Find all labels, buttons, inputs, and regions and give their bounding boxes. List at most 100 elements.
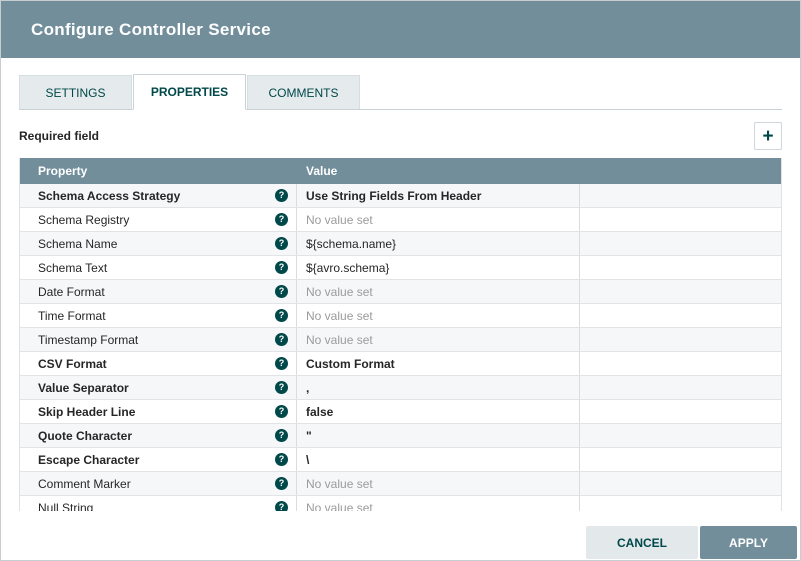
value-cell[interactable]: No value set [297,304,580,327]
dialog-body: SETTINGS PROPERTIES COMMENTS Required fi… [1,74,800,511]
help-icon[interactable]: ? [275,333,288,346]
apply-button[interactable]: APPLY [700,526,797,559]
help-icon[interactable]: ? [275,429,288,442]
help-icon[interactable]: ? [275,237,288,250]
tab-bar: SETTINGS PROPERTIES COMMENTS [19,74,782,110]
property-name: Schema Registry [38,212,130,227]
plus-icon: + [762,125,774,147]
column-header-value: Value [297,164,580,178]
property-name: Schema Access Strategy [38,188,181,203]
property-cell: CSV Format ? [20,352,297,375]
empty-cell [580,352,781,375]
empty-cell [580,208,781,231]
property-name: Skip Header Line [38,404,136,419]
value-cell[interactable]: \ [297,448,580,471]
help-icon[interactable]: ? [275,189,288,202]
table-header-row: Property Value [20,158,781,184]
column-header-property: Property [20,164,297,178]
table-row: Schema Name ? ${schema.name} [20,232,781,256]
value-cell[interactable]: No value set [297,280,580,303]
value-cell[interactable]: No value set [297,208,580,231]
cancel-button[interactable]: CANCEL [586,526,698,559]
help-icon[interactable]: ? [275,453,288,466]
empty-cell [580,400,781,423]
table-row: CSV Format ? Custom Format [20,352,781,376]
property-cell: Escape Character ? [20,448,297,471]
column-header-property-label: Property [38,164,88,178]
property-cell: Schema Name ? [20,232,297,255]
property-name: Null String [38,500,94,512]
value-cell[interactable]: No value set [297,472,580,495]
table-row: Schema Access Strategy ? Use String Fiel… [20,184,781,208]
property-cell: Date Format ? [20,280,297,303]
table-row: Date Format ? No value set [20,280,781,304]
tab-properties[interactable]: PROPERTIES [133,74,246,110]
property-name: Schema Name [38,236,118,251]
table-row: Schema Registry ? No value set [20,208,781,232]
table-row: Quote Character ? " [20,424,781,448]
value-cell[interactable]: " [297,424,580,447]
property-name: CSV Format [38,356,107,371]
property-cell: Comment Marker ? [20,472,297,495]
property-cell: Schema Access Strategy ? [20,184,297,207]
empty-cell [580,376,781,399]
property-name: Value Separator [38,380,129,395]
property-name: Date Format [38,284,105,299]
empty-cell [580,232,781,255]
property-name: Quote Character [38,428,133,443]
property-cell: Null String ? [20,496,297,511]
value-cell[interactable]: , [297,376,580,399]
help-icon[interactable]: ? [275,477,288,490]
value-cell[interactable]: ${schema.name} [297,232,580,255]
empty-cell [580,184,781,207]
help-icon[interactable]: ? [275,285,288,298]
help-icon[interactable]: ? [275,405,288,418]
help-icon[interactable]: ? [275,261,288,274]
help-icon[interactable]: ? [275,381,288,394]
property-cell: Skip Header Line ? [20,400,297,423]
value-cell[interactable]: No value set [297,496,580,511]
value-cell[interactable]: Use String Fields From Header [297,184,580,207]
empty-cell [580,256,781,279]
value-cell[interactable]: No value set [297,328,580,351]
value-cell[interactable]: false [297,400,580,423]
value-cell[interactable]: Custom Format [297,352,580,375]
empty-cell [580,304,781,327]
dialog-title: Configure Controller Service [31,19,271,39]
tab-settings[interactable]: SETTINGS [19,75,132,109]
help-icon[interactable]: ? [275,213,288,226]
table-row: Timestamp Format ? No value set [20,328,781,352]
property-name: Schema Text [38,260,108,275]
empty-cell [580,496,781,511]
property-name: Comment Marker [38,476,131,491]
empty-cell [580,472,781,495]
property-cell: Timestamp Format ? [20,328,297,351]
column-header-value-label: Value [306,164,338,178]
property-name: Timestamp Format [38,332,139,347]
add-property-button[interactable]: + [754,122,782,150]
property-name: Escape Character [38,452,140,467]
property-cell: Schema Registry ? [20,208,297,231]
help-icon[interactable]: ? [275,501,288,511]
table-row: Escape Character ? \ [20,448,781,472]
table-row: Skip Header Line ? false [20,400,781,424]
property-cell: Quote Character ? [20,424,297,447]
table-row: Comment Marker ? No value set [20,472,781,496]
property-name: Time Format [38,308,106,323]
empty-cell [580,328,781,351]
table-row: Time Format ? No value set [20,304,781,328]
property-cell: Schema Text ? [20,256,297,279]
value-cell[interactable]: ${avro.schema} [297,256,580,279]
table-toolbar: Required field + [19,122,782,150]
configure-controller-service-dialog: Configure Controller Service SETTINGS PR… [0,0,801,561]
empty-cell [580,424,781,447]
dialog-header: Configure Controller Service [1,1,800,58]
help-icon[interactable]: ? [275,357,288,370]
empty-cell [580,448,781,471]
dialog-footer: CANCEL APPLY [586,526,797,559]
table-row: Value Separator ? , [20,376,781,400]
table-row: Null String ? No value set [20,496,781,511]
help-icon[interactable]: ? [275,309,288,322]
property-cell: Value Separator ? [20,376,297,399]
tab-comments[interactable]: COMMENTS [247,75,360,109]
